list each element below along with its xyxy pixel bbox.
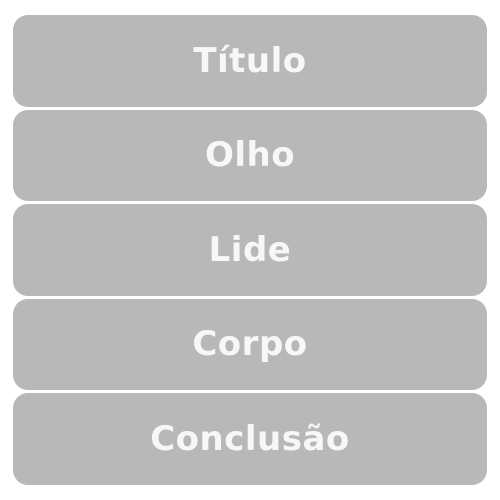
block-conclusao: Conclusão [13, 393, 487, 485]
block-label: Corpo [192, 324, 308, 365]
block-corpo: Corpo [13, 298, 487, 390]
block-olho: Olho [13, 109, 487, 201]
block-label: Título [193, 40, 307, 81]
block-titulo: Título [13, 15, 487, 107]
block-lide: Lide [13, 204, 487, 296]
block-label: Conclusão [150, 418, 350, 459]
block-label: Lide [208, 229, 292, 270]
structure-stack: Título Olho Lide Corpo Conclusão [13, 15, 487, 485]
block-label: Olho [204, 135, 296, 176]
